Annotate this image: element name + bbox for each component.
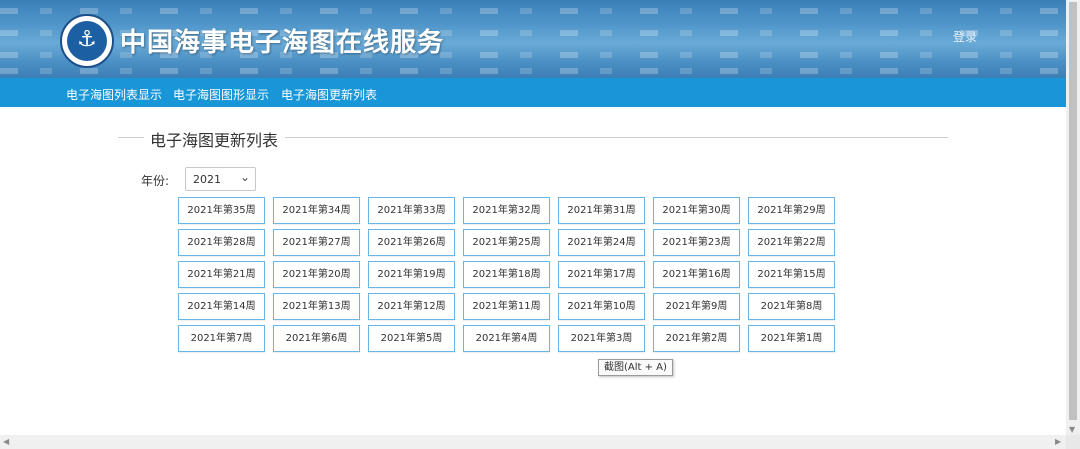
- week-button[interactable]: 2021年第18周: [463, 261, 550, 288]
- week-button[interactable]: 2021年第30周: [653, 197, 740, 224]
- china-msa-logo-icon: ⚓: [60, 14, 114, 68]
- week-button[interactable]: 2021年第35周: [178, 197, 265, 224]
- week-button[interactable]: 2021年第4周: [463, 325, 550, 352]
- week-button[interactable]: 2021年第15周: [748, 261, 835, 288]
- nav-item-chart-graphic[interactable]: 电子海图图形显示: [173, 86, 269, 103]
- scroll-right-arrow-icon[interactable]: ▶: [1055, 438, 1061, 446]
- week-button[interactable]: 2021年第16周: [653, 261, 740, 288]
- section-divider-right: [285, 137, 948, 138]
- week-button[interactable]: 2021年第9周: [653, 293, 740, 320]
- week-button[interactable]: 2021年第34周: [273, 197, 360, 224]
- week-button[interactable]: 2021年第23周: [653, 229, 740, 256]
- week-button[interactable]: 2021年第20周: [273, 261, 360, 288]
- header-banner: ⚓ 中国海事电子海图在线服务 登录: [0, 0, 1066, 78]
- logo-inner: ⚓: [67, 21, 107, 61]
- year-select-value: 2021: [193, 173, 221, 186]
- year-select[interactable]: 2021 ⌄: [185, 167, 256, 191]
- week-button[interactable]: 2021年第10周: [558, 293, 645, 320]
- week-button[interactable]: 2021年第2周: [653, 325, 740, 352]
- vertical-scrollbar-thumb[interactable]: [1069, 2, 1077, 420]
- week-button[interactable]: 2021年第33周: [368, 197, 455, 224]
- anchor-icon: ⚓: [77, 27, 97, 52]
- vertical-scrollbar[interactable]: ▼: [1066, 0, 1080, 435]
- week-button[interactable]: 2021年第32周: [463, 197, 550, 224]
- scroll-down-arrow-icon[interactable]: ▼: [1069, 426, 1075, 434]
- wave-decoration: [0, 8, 1066, 14]
- week-button[interactable]: 2021年第12周: [368, 293, 455, 320]
- week-button[interactable]: 2021年第28周: [178, 229, 265, 256]
- week-button[interactable]: 2021年第26周: [368, 229, 455, 256]
- screenshot-tooltip: 截图(Alt + A): [598, 359, 673, 376]
- chevron-down-icon: ⌄: [240, 170, 251, 184]
- scroll-left-arrow-icon[interactable]: ◀: [3, 438, 9, 446]
- week-button[interactable]: 2021年第7周: [178, 325, 265, 352]
- nav-bar: 电子海图列表显示 电子海图图形显示 电子海图更新列表: [0, 78, 1066, 107]
- site-title: 中国海事电子海图在线服务: [120, 28, 445, 58]
- week-button[interactable]: 2021年第8周: [748, 293, 835, 320]
- week-button[interactable]: 2021年第25周: [463, 229, 550, 256]
- login-link[interactable]: 登录: [953, 28, 977, 45]
- week-button[interactable]: 2021年第5周: [368, 325, 455, 352]
- wave-decoration: [0, 68, 1066, 74]
- week-button[interactable]: 2021年第1周: [748, 325, 835, 352]
- week-button[interactable]: 2021年第19周: [368, 261, 455, 288]
- week-button[interactable]: 2021年第3周: [558, 325, 645, 352]
- nav-item-chart-updates[interactable]: 电子海图更新列表: [281, 86, 377, 103]
- section-divider-left: [118, 137, 144, 138]
- week-button[interactable]: 2021年第21周: [178, 261, 265, 288]
- week-button[interactable]: 2021年第13周: [273, 293, 360, 320]
- nav-item-chart-list[interactable]: 电子海图列表显示: [66, 86, 162, 103]
- week-button[interactable]: 2021年第31周: [558, 197, 645, 224]
- week-button[interactable]: 2021年第11周: [463, 293, 550, 320]
- horizontal-scrollbar[interactable]: ◀ ▶: [0, 435, 1066, 449]
- section-title: 电子海图更新列表: [150, 131, 279, 150]
- scrollbar-corner: [1066, 435, 1080, 449]
- year-label: 年份:: [141, 174, 170, 188]
- week-button[interactable]: 2021年第14周: [178, 293, 265, 320]
- week-button[interactable]: 2021年第22周: [748, 229, 835, 256]
- week-button[interactable]: 2021年第6周: [273, 325, 360, 352]
- week-button[interactable]: 2021年第27周: [273, 229, 360, 256]
- week-button[interactable]: 2021年第24周: [558, 229, 645, 256]
- week-button[interactable]: 2021年第29周: [748, 197, 835, 224]
- week-button[interactable]: 2021年第17周: [558, 261, 645, 288]
